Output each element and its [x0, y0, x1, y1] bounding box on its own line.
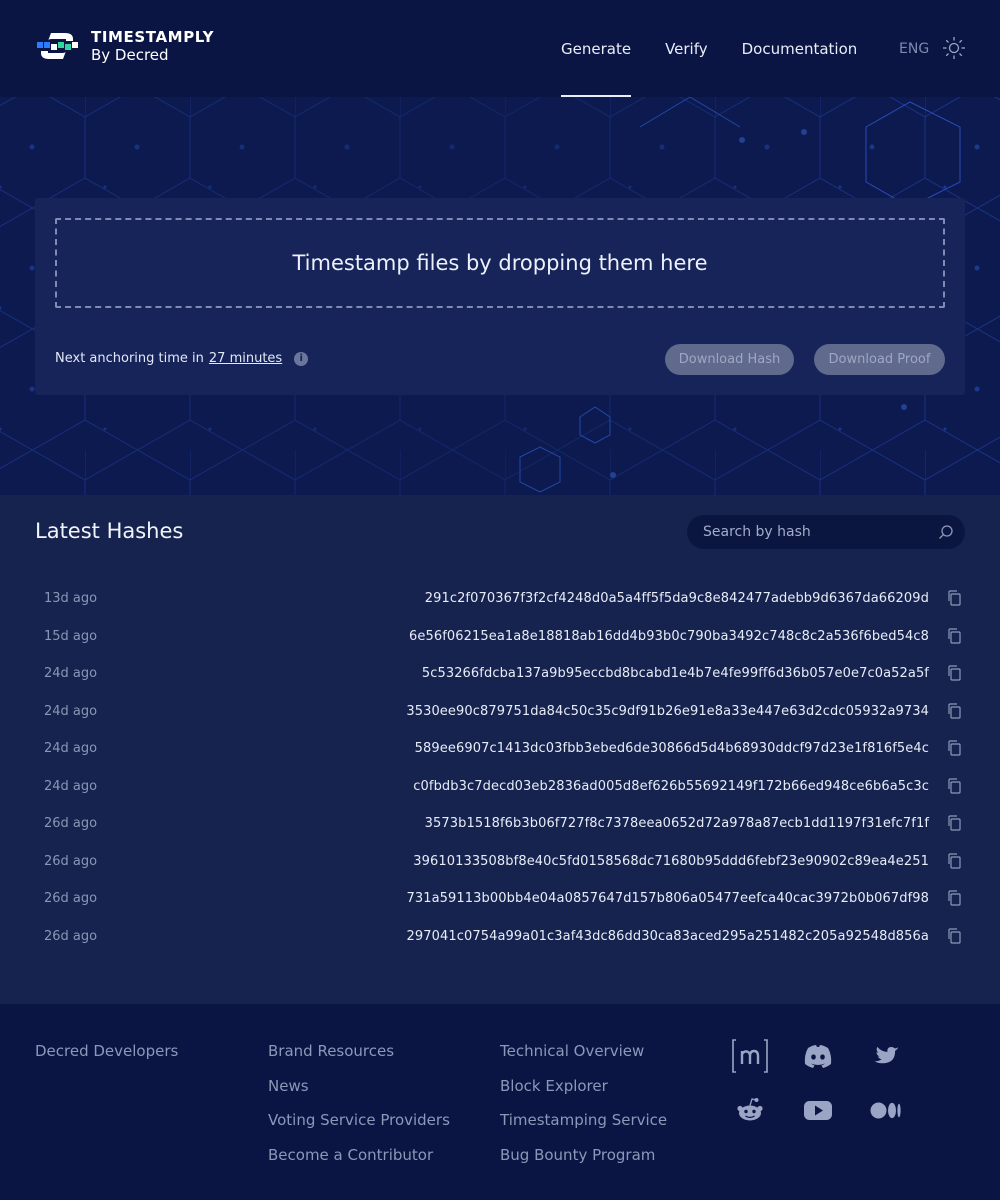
footer-link-bug-bounty[interactable]: Bug Bounty Program — [500, 1146, 667, 1181]
discord-icon[interactable] — [800, 1038, 836, 1074]
copy-icon[interactable] — [947, 627, 961, 644]
search-icon[interactable] — [938, 524, 954, 540]
brand-title: TIMESTAMPLY — [91, 28, 215, 46]
hash-row: 26d ago 731a59113b00bb4e04a0857647d157b8… — [35, 881, 965, 919]
youtube-icon[interactable] — [800, 1092, 836, 1128]
language-selector[interactable]: ENG — [899, 41, 929, 57]
hash-value[interactable]: 3530ee90c879751da84c50c35c9df91b26e91e8a… — [406, 704, 929, 719]
footer-link-decred-developers[interactable]: Decred Developers — [35, 1042, 178, 1077]
download-proof-button[interactable]: Download Proof — [814, 344, 945, 375]
latest-hashes-title: Latest Hashes — [35, 519, 184, 543]
footer-column-2: Brand Resources News Voting Service Prov… — [268, 1042, 450, 1180]
hash-age: 26d ago — [44, 891, 98, 906]
copy-icon[interactable] — [947, 890, 961, 906]
hash-age: 24d ago — [44, 703, 98, 719]
footer-link-block-explorer[interactable]: Block Explorer — [500, 1077, 667, 1112]
site-header: TIMESTAMPLY By Decred Generate Verify Do… — [0, 0, 1000, 97]
info-icon[interactable]: i — [294, 351, 309, 366]
hash-row: 26d ago 39610133508bf8e40c5fd0158568dc71… — [35, 844, 965, 882]
copy-icon[interactable] — [947, 777, 961, 794]
hash-age: 26d ago — [44, 928, 98, 944]
hash-row: 24d ago 5c53266fdcba137a9b95eccbd8bcabd1… — [35, 656, 965, 694]
timestamp-card: Timestamp files by dropping them here Ne… — [35, 198, 965, 395]
hash-row: 24d ago 589ee6907c1413dc03fbb3ebed6de308… — [35, 731, 965, 769]
hash-row: 24d ago 3530ee90c879751da84c50c35c9df91b… — [35, 694, 965, 732]
copy-icon[interactable] — [947, 927, 961, 944]
nav-generate[interactable]: Generate — [561, 40, 632, 97]
reddit-icon[interactable] — [732, 1092, 768, 1128]
timestamply-logo[interactable]: TIMESTAMPLY By Decred — [35, 28, 214, 64]
hash-row: 13d ago 291c2f070367f3f2cf4248d0a5a4ff5f… — [35, 581, 965, 619]
medium-icon[interactable] — [868, 1092, 904, 1128]
brand-subtitle: By Decred — [91, 46, 169, 64]
hash-list: 13d ago 291c2f070367f3f2cf4248d0a5a4ff5f… — [35, 581, 965, 956]
copy-icon[interactable] — [947, 740, 961, 756]
site-footer: Decred Developers Brand Resources News V… — [0, 1004, 1000, 1200]
footer-link-voting-service-providers[interactable]: Voting Service Providers — [268, 1111, 450, 1146]
download-hash-button[interactable]: Download Hash — [665, 344, 794, 375]
matrix-icon[interactable] — [732, 1038, 768, 1074]
hash-value[interactable]: 6e56f06215ea1a8e18818ab16dd4b93b0c790ba3… — [409, 629, 929, 644]
footer-link-technical-overview[interactable]: Technical Overview — [500, 1042, 667, 1077]
hash-value[interactable]: 589ee6907c1413dc03fbb3ebed6de30866d5d4b6… — [415, 741, 929, 756]
hash-age: 24d ago — [44, 666, 98, 681]
nav-verify[interactable]: Verify — [665, 40, 708, 97]
nav-documentation[interactable]: Documentation — [742, 40, 858, 97]
latest-hashes-section: Latest Hashes 13d ago 291c2f070367f3f2cf… — [0, 495, 1000, 1004]
hash-value[interactable]: 3573b1518f6b3b06f727f8c7378eea0652d72a97… — [425, 816, 929, 831]
copy-icon[interactable] — [947, 702, 961, 719]
hash-row: 26d ago 3573b1518f6b3b06f727f8c7378eea06… — [35, 806, 965, 844]
copy-icon[interactable] — [947, 815, 961, 831]
hash-value[interactable]: 291c2f070367f3f2cf4248d0a5a4ff5f5da9c8e8… — [425, 591, 929, 606]
copy-icon[interactable] — [947, 665, 961, 681]
footer-link-become-contributor[interactable]: Become a Contributor — [268, 1146, 450, 1181]
hash-age: 13d ago — [44, 591, 98, 606]
copy-icon[interactable] — [947, 852, 961, 869]
hash-value[interactable]: 5c53266fdcba137a9b95eccbd8bcabd1e4b7e4fe… — [422, 666, 929, 681]
footer-link-brand-resources[interactable]: Brand Resources — [268, 1042, 450, 1077]
hash-age: 24d ago — [44, 778, 98, 794]
copy-icon[interactable] — [947, 590, 961, 606]
footer-link-timestamping-service[interactable]: Timestamping Service — [500, 1111, 667, 1146]
hash-age: 15d ago — [44, 628, 98, 644]
hash-value[interactable]: 39610133508bf8e40c5fd0158568dc71680b95dd… — [413, 854, 929, 869]
hash-row: 26d ago 297041c0754a99a01c3af43dc86dd30c… — [35, 919, 965, 957]
hash-row: 15d ago 6e56f06215ea1a8e18818ab16dd4b93b… — [35, 619, 965, 657]
hash-value[interactable]: c0fbdb3c7decd03eb2836ad005d8ef626b556921… — [413, 779, 929, 794]
timestamply-logo-icon — [37, 33, 78, 59]
twitter-icon[interactable] — [868, 1038, 904, 1074]
hash-search — [687, 515, 965, 549]
hash-age: 26d ago — [44, 853, 98, 869]
hash-value[interactable]: 297041c0754a99a01c3af43dc86dd30ca83aced2… — [406, 929, 929, 944]
footer-column-1: Decred Developers — [35, 1042, 178, 1077]
footer-link-news[interactable]: News — [268, 1077, 450, 1112]
file-drop-zone[interactable]: Timestamp files by dropping them here — [55, 218, 945, 308]
hash-age: 24d ago — [44, 741, 98, 756]
hash-search-input[interactable] — [687, 515, 927, 549]
sun-icon[interactable] — [942, 36, 966, 60]
hash-value[interactable]: 731a59113b00bb4e04a0857647d157b806a05477… — [407, 891, 930, 906]
hash-row: 24d ago c0fbdb3c7decd03eb2836ad005d8ef62… — [35, 769, 965, 807]
anchoring-info: Next anchoring time in 27 minutes i — [55, 351, 309, 366]
main-nav: Generate Verify Documentation — [561, 40, 891, 97]
anchoring-time-link[interactable]: 27 minutes — [209, 351, 282, 366]
hash-age: 26d ago — [44, 816, 98, 831]
anchoring-label: Next anchoring time in — [55, 351, 204, 366]
footer-column-3: Technical Overview Block Explorer Timest… — [500, 1042, 667, 1180]
